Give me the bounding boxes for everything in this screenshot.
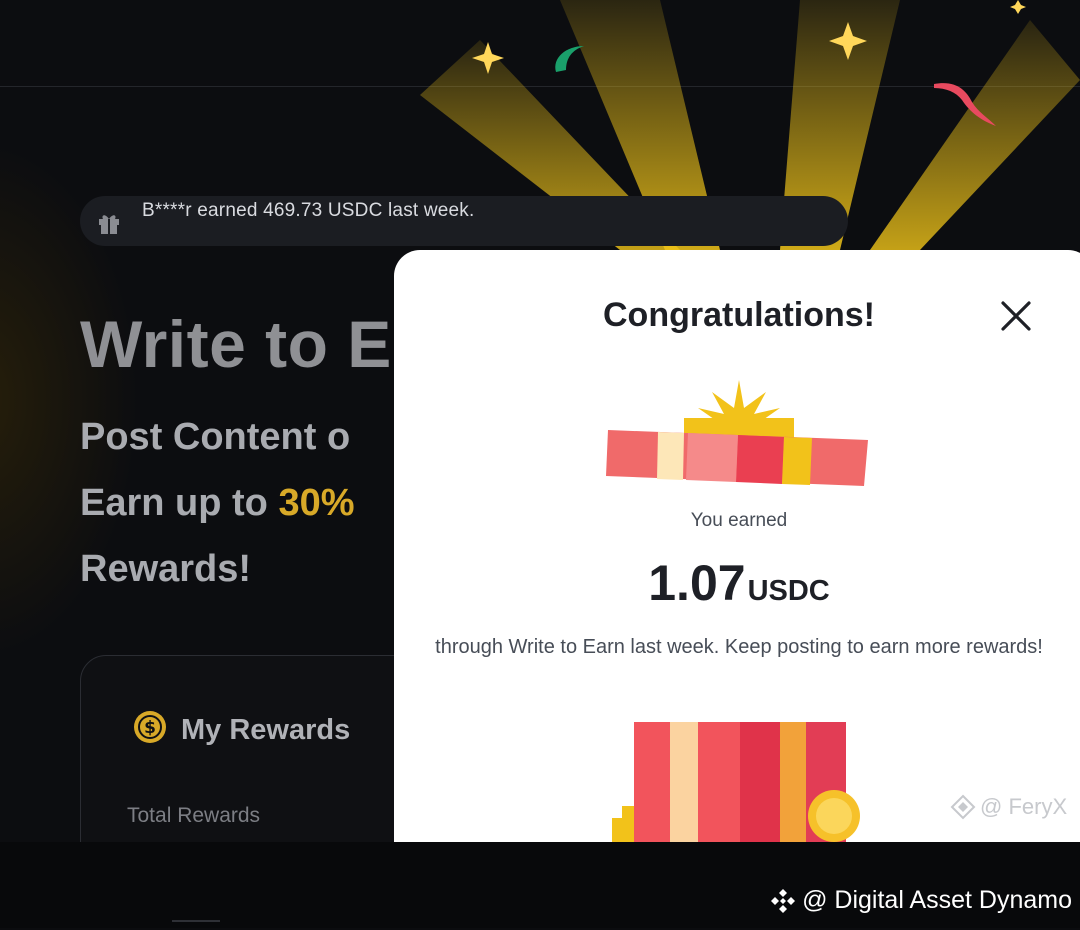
confetti-green (555, 46, 584, 72)
close-icon[interactable] (994, 294, 1038, 338)
sparkles (472, 0, 1026, 74)
hero-line-2: Earn up to 30% (80, 482, 355, 525)
gift-box-illustration (612, 722, 860, 842)
app-screen: B****r earned 469.73 USDC last week. Wri… (0, 0, 1080, 842)
gift-ribbon-illustration (606, 380, 868, 486)
amount-value: 1.07 (648, 555, 746, 611)
credit-text: @ FeryX (980, 794, 1068, 819)
hero-percent: 30% (278, 482, 355, 524)
watermark-text: @ Digital Asset Dynamo (802, 886, 1072, 914)
my-rewards-card[interactable]: $ My Rewards Total Rewards (80, 655, 442, 842)
svg-text:$: $ (144, 718, 156, 738)
hero-line-3: Rewards! (80, 548, 252, 590)
diamond-logo-icon (950, 794, 976, 820)
earned-label: You earned (690, 510, 788, 531)
total-rewards-label: Total Rewards (127, 804, 261, 827)
congratulations-modal: Congratulations! You earned 1.07USDC thr… (394, 250, 1080, 842)
watermark: @ Digital Asset Dynamo (770, 886, 1072, 915)
gift-icon (99, 215, 119, 234)
hero-line-2-prefix: Earn up to (80, 482, 279, 524)
image-credit: @ FeryX (950, 794, 1067, 820)
amount-currency: USDC (747, 575, 830, 607)
my-rewards-title: My Rewards (181, 714, 351, 746)
earnings-ticker: B****r earned 469.73 USDC last week. (80, 196, 848, 246)
dollar-coin-icon: $ (134, 711, 166, 743)
modal-title: Congratulations! (603, 296, 875, 334)
reward-description: through Write to Earn last week. Keep po… (435, 636, 1043, 658)
nav-tab-ghost[interactable] (172, 920, 220, 930)
ticker-text: B****r earned 469.73 USDC last week. (142, 200, 475, 221)
hero-line-1: Post Content o (80, 416, 351, 458)
earned-amount: 1.07USDC (394, 554, 1080, 612)
hero-title: Write to E (80, 307, 392, 381)
diamond-logo-icon (771, 888, 796, 913)
bottom-bar: @ Digital Asset Dynamo (0, 842, 1080, 928)
